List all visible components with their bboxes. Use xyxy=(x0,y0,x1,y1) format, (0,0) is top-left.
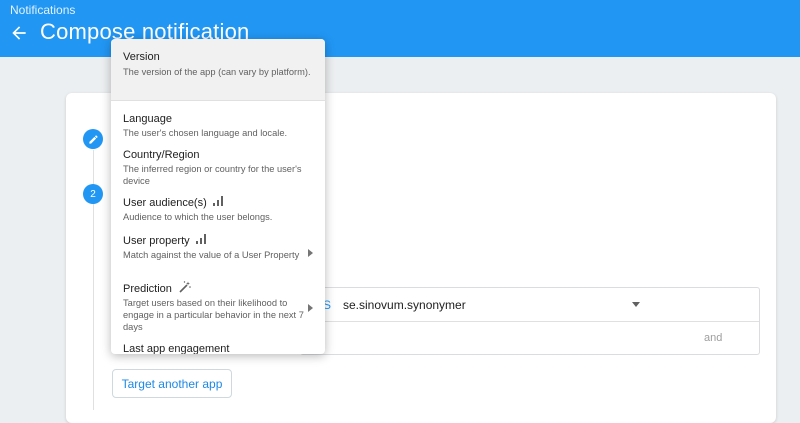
menu-item-version[interactable]: Version The version of the app (can vary… xyxy=(111,39,325,100)
menu-item-label: Language xyxy=(123,113,172,125)
targeting-criteria-menu: Version The version of the app (can vary… xyxy=(111,39,325,354)
menu-item-description: The user's chosen language and locale. xyxy=(123,128,288,138)
menu-item-label: User audience(s) xyxy=(123,197,207,209)
breadcrumb[interactable]: Notifications xyxy=(10,3,75,17)
menu-item-label: User property xyxy=(123,235,190,247)
menu-item-user-audiences[interactable]: User audience(s) Audience to which the u… xyxy=(111,190,325,228)
app-target-selector: S se.sinovum.synonymer and xyxy=(300,287,760,355)
menu-item-user-property[interactable]: User property Match against the value of… xyxy=(111,228,325,276)
menu-item-prediction[interactable]: Prediction Target users based on their l… xyxy=(111,276,325,338)
selected-app-value[interactable]: se.sinovum.synonymer xyxy=(343,298,466,312)
submenu-arrow-icon xyxy=(308,304,313,312)
bar-chart-icon xyxy=(213,196,223,206)
step-2-indicator[interactable]: 2 xyxy=(83,184,103,204)
menu-item-country-region[interactable]: Country/Region The inferred region or co… xyxy=(111,142,325,190)
submenu-arrow-icon xyxy=(308,249,313,257)
menu-item-description: The version of the app (can vary by plat… xyxy=(123,67,311,77)
dropdown-arrow-icon[interactable] xyxy=(632,302,640,307)
menu-item-description: Match against the value of a User Proper… xyxy=(123,250,300,260)
bar-chart-icon xyxy=(196,234,206,244)
and-label: and xyxy=(704,332,723,344)
menu-item-description: Target users based on their likelihood t… xyxy=(123,298,304,332)
menu-item-label: Last app engagement xyxy=(123,343,230,354)
edit-pencil-icon xyxy=(88,134,98,144)
target-another-app-button[interactable]: Target another app xyxy=(112,369,232,398)
menu-item-last-app-engagement[interactable]: Last app engagement xyxy=(111,338,325,354)
menu-divider xyxy=(111,100,325,101)
step-1-indicator[interactable] xyxy=(83,129,103,149)
menu-item-label: Country/Region xyxy=(123,149,200,161)
menu-item-label: Version xyxy=(123,51,160,63)
menu-item-description: Audience to which the user belongs. xyxy=(123,212,273,222)
back-arrow-icon[interactable] xyxy=(9,23,29,43)
menu-item-language[interactable]: Language The user's chosen language and … xyxy=(111,106,325,142)
menu-item-label: Prediction xyxy=(123,283,172,295)
menu-item-description: The inferred region or country for the u… xyxy=(123,164,302,186)
selector-divider xyxy=(301,321,759,322)
magic-wand-icon xyxy=(179,281,191,293)
